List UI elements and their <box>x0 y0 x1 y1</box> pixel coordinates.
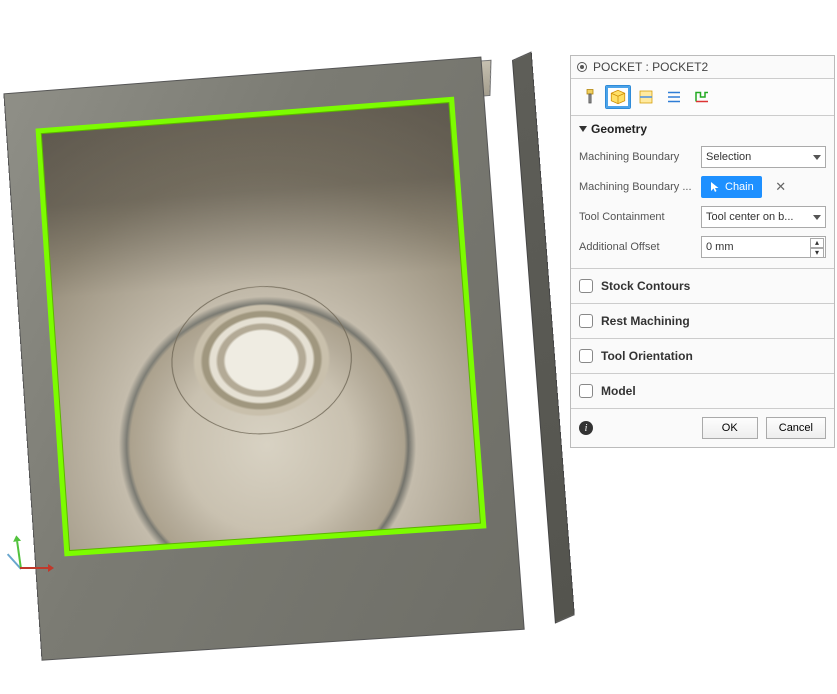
section-rest-machining[interactable]: Rest Machining <box>571 304 834 339</box>
input-additional-offset-value: 0 mm <box>706 241 734 253</box>
section-geometry-title: Geometry <box>591 122 647 136</box>
section-model[interactable]: Model <box>571 374 834 408</box>
select-tool-containment-value: Tool center on b... <box>706 211 793 223</box>
checkbox-stock-contours[interactable] <box>579 279 593 293</box>
checkbox-rest-machining[interactable] <box>579 314 593 328</box>
spinner-up-button[interactable]: ▴ <box>810 238 824 248</box>
linking-tab-icon <box>693 88 711 106</box>
section-tool-orientation[interactable]: Tool Orientation <box>571 339 834 374</box>
boundary-selection-outline[interactable] <box>36 97 487 557</box>
label-model: Model <box>601 384 636 398</box>
viewport-3d[interactable] <box>0 0 570 694</box>
geometry-tab-icon <box>609 88 627 106</box>
section-geometry: Geometry Machining Boundary Selection Ma… <box>571 116 834 269</box>
spinner-down-button[interactable]: ▾ <box>810 248 824 258</box>
label-boundary-selection: Machining Boundary ... <box>579 181 695 193</box>
axis-x-icon <box>20 567 48 569</box>
bullet-icon <box>577 62 587 72</box>
cancel-button[interactable]: Cancel <box>766 417 826 439</box>
chain-selection-chip[interactable]: Chain <box>701 176 762 198</box>
checkbox-model[interactable] <box>579 384 593 398</box>
tab-linking[interactable] <box>689 85 715 109</box>
section-stock-contours[interactable]: Stock Contours <box>571 269 834 304</box>
tab-heights[interactable] <box>633 85 659 109</box>
chain-chip-label: Chain <box>725 181 754 193</box>
label-stock-contours: Stock Contours <box>601 279 690 293</box>
tab-tool[interactable] <box>577 85 603 109</box>
tool-tab-icon <box>581 88 599 106</box>
select-machining-boundary-value: Selection <box>706 151 751 163</box>
tab-passes[interactable] <box>661 85 687 109</box>
ok-button[interactable]: OK <box>702 417 758 439</box>
checkbox-tool-orientation[interactable] <box>579 349 593 363</box>
caret-down-icon <box>579 126 587 132</box>
clear-selection-button[interactable]: ✕ <box>774 180 788 194</box>
chevron-down-icon <box>813 215 821 220</box>
passes-tab-icon <box>665 88 683 106</box>
panel-footer: i OK Cancel <box>571 408 834 447</box>
tab-geometry[interactable] <box>605 85 631 109</box>
select-tool-containment[interactable]: Tool center on b... <box>701 206 826 228</box>
label-rest-machining: Rest Machining <box>601 314 690 328</box>
origin-triad[interactable] <box>20 529 60 569</box>
label-tool-orientation: Tool Orientation <box>601 349 693 363</box>
tab-row <box>571 79 834 116</box>
input-additional-offset[interactable]: 0 mm ▴ ▾ <box>701 236 826 258</box>
operation-panel: POCKET : POCKET2 <box>570 55 835 448</box>
heights-tab-icon <box>637 88 655 106</box>
chevron-down-icon <box>813 155 821 160</box>
select-machining-boundary[interactable]: Selection <box>701 146 826 168</box>
panel-title: POCKET : POCKET2 <box>593 60 708 74</box>
section-geometry-header[interactable]: Geometry <box>571 116 834 142</box>
info-icon[interactable]: i <box>579 421 593 435</box>
model-block <box>3 54 556 681</box>
panel-title-bar[interactable]: POCKET : POCKET2 <box>571 56 834 79</box>
label-additional-offset: Additional Offset <box>579 241 695 253</box>
label-machining-boundary: Machining Boundary <box>579 151 695 163</box>
label-tool-containment: Tool Containment <box>579 211 695 223</box>
cursor-icon <box>709 181 721 193</box>
